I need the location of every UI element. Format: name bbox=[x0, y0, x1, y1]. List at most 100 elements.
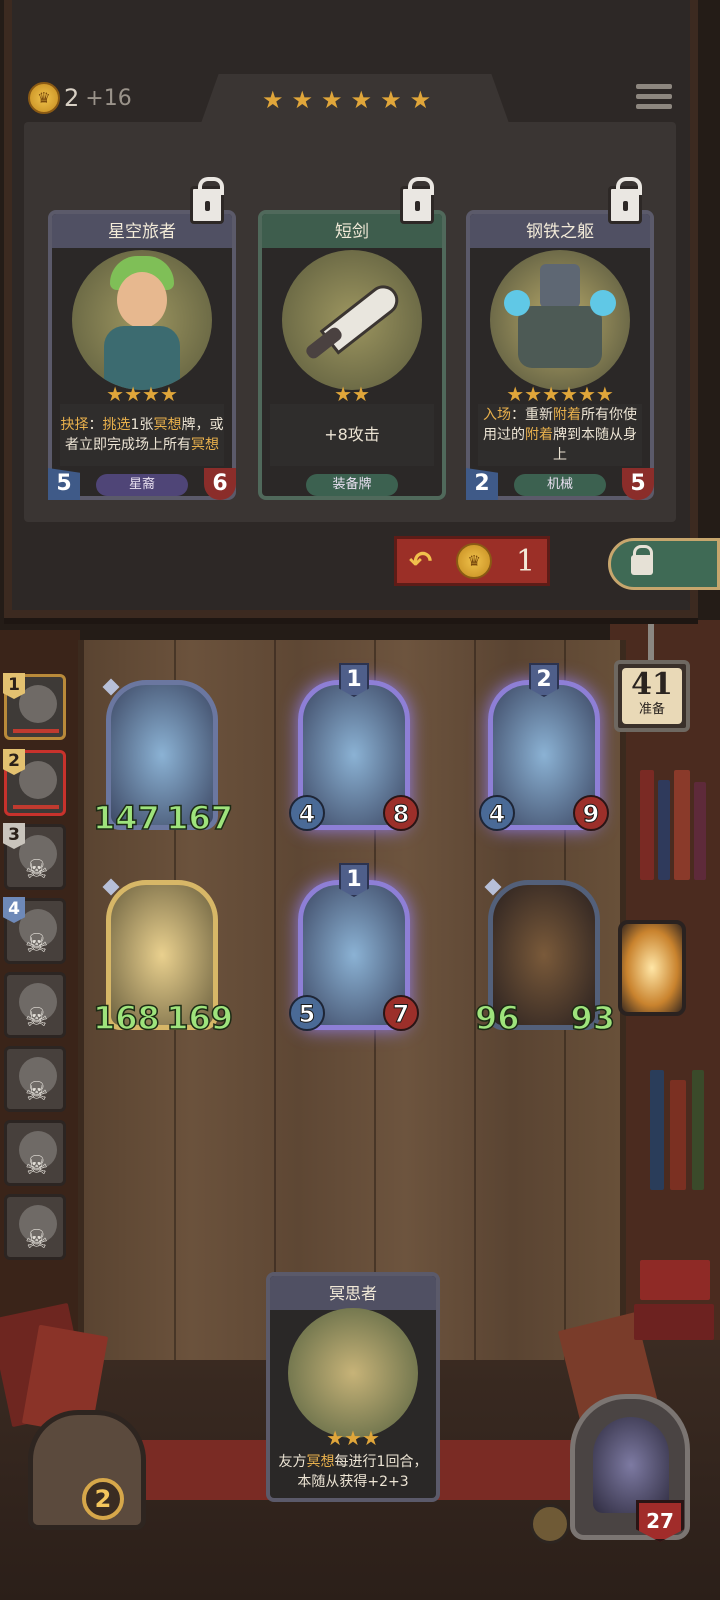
book-pile-left bbox=[0, 1290, 110, 1436]
gold-display: ♛ 2 +16 bbox=[28, 82, 132, 114]
turn-phase-label: 准备 bbox=[638, 702, 665, 717]
minion-tier-badge: 1 bbox=[339, 663, 369, 697]
minion-health: 7 bbox=[383, 995, 419, 1031]
unlock-icon bbox=[631, 545, 653, 575]
star-icon: ★ bbox=[142, 382, 160, 406]
crown-coin-icon: ♛ bbox=[456, 543, 493, 579]
tavern-tier-stars: ★ ★ ★ ★ ★ ★ bbox=[262, 88, 431, 112]
opponent-portrait[interactable]: ☠ bbox=[4, 972, 66, 1038]
board-minion[interactable]: 4 9 2 bbox=[479, 663, 609, 831]
hero-power-icon[interactable] bbox=[530, 1504, 570, 1544]
reroll-arrow-icon: ↶ bbox=[408, 544, 433, 578]
card-health: 6 bbox=[204, 468, 236, 500]
turn-number: 41 bbox=[631, 667, 673, 702]
star-icon: ★ bbox=[350, 86, 373, 114]
star-icon: ★ bbox=[352, 382, 370, 406]
keyword-text: 入场 bbox=[483, 407, 511, 423]
opponent-portrait[interactable]: ☠ bbox=[4, 1120, 66, 1186]
opponent-portrait[interactable]: 2 bbox=[3, 749, 66, 816]
gold-amount: 2 bbox=[64, 84, 80, 112]
star-icon: ★ bbox=[595, 382, 614, 406]
star-icon: ★ bbox=[334, 382, 352, 406]
star-icon: ★ bbox=[326, 1426, 345, 1450]
star-icon: ★ bbox=[321, 86, 343, 114]
star-icon: ★ bbox=[159, 382, 178, 406]
opponent-portrait[interactable]: 4 ☠ bbox=[3, 897, 66, 964]
minion-health: 169 bbox=[165, 998, 233, 1038]
shop-card[interactable]: 星空旅者 ★★★★ 抉择：挑选1张冥想牌，或者立即完成场上所有冥想 5 星裔 6 bbox=[48, 177, 236, 500]
star-icon: ★ bbox=[106, 382, 125, 406]
turn-counter: 41 准备 bbox=[614, 660, 690, 732]
star-icon: ★ bbox=[524, 382, 543, 406]
keyword-text: 冥想 bbox=[306, 1454, 335, 1470]
keyword-text: 冥想 bbox=[191, 437, 219, 453]
lantern bbox=[618, 920, 686, 1016]
board-minion[interactable]: 96 93 bbox=[474, 878, 616, 1038]
minion-health: 93 bbox=[570, 998, 616, 1038]
minion-attack: 5 bbox=[289, 995, 325, 1031]
card-type: 装备牌 bbox=[306, 474, 398, 496]
minion-tier-badge: 1 bbox=[339, 863, 369, 897]
card-tribe: 机械 bbox=[514, 474, 606, 496]
reroll-cost: 1 bbox=[516, 543, 536, 579]
chain bbox=[648, 624, 654, 662]
shop-card[interactable]: 钢铁之躯 ★★★★★★ 入场：重新附着所有你使用过的附着牌到本随从身上 2 机械… bbox=[466, 177, 654, 500]
star-icon: ★ bbox=[344, 1426, 362, 1450]
card-text-segment: 1张 bbox=[130, 417, 154, 433]
card-art-meditator bbox=[288, 1308, 418, 1438]
skull-icon: ☠ bbox=[25, 855, 49, 885]
keyword-text: 挑选 bbox=[102, 417, 131, 433]
game-screen: ♛ 2 +16 ★ ★ ★ ★ ★ ★ 星空旅者 ★★★★ 抉择：挑选1张冥想牌，或者立即… bbox=[0, 0, 720, 1600]
board-minion[interactable]: 168 169 bbox=[92, 878, 234, 1038]
star-icon: ★ bbox=[124, 382, 142, 406]
card-name: 冥思者 bbox=[328, 1284, 377, 1303]
minion-health: 167 bbox=[165, 798, 233, 838]
star-icon: ★ bbox=[262, 86, 284, 114]
card-art-iron-body bbox=[490, 250, 630, 390]
card-text-segment: 友方 bbox=[278, 1454, 307, 1470]
opponent-health-bar bbox=[13, 729, 59, 733]
minion-attack: 4 bbox=[289, 795, 325, 831]
card-art-short-sword bbox=[282, 250, 422, 390]
menu-icon[interactable] bbox=[636, 84, 672, 116]
card-text: 入场：重新附着所有你使用过的附着牌到本随从身上 bbox=[478, 404, 642, 466]
skull-icon: ☠ bbox=[25, 929, 49, 959]
crown-coin-icon: ♛ bbox=[28, 82, 60, 114]
card-attack: 5 bbox=[48, 468, 80, 500]
shop-card[interactable]: 短剑 ★★ +8攻击 装备牌 bbox=[258, 177, 446, 500]
opponent-health-bar bbox=[13, 805, 59, 809]
card-art-star-traveler bbox=[72, 250, 212, 390]
board-minion[interactable]: 4 8 1 bbox=[289, 663, 419, 831]
opponent-portrait[interactable]: 1 bbox=[3, 673, 66, 740]
card-stars: ★★ bbox=[262, 382, 442, 406]
opponent-portrait[interactable]: ☠ bbox=[4, 1194, 66, 1260]
opponent-portrait[interactable]: ☠ bbox=[4, 1046, 66, 1112]
card-stars: ★★★★ bbox=[52, 382, 232, 406]
minion-attack: 4 bbox=[479, 795, 515, 831]
board-minion[interactable]: 147 167 bbox=[92, 678, 234, 838]
card-text: +8攻击 bbox=[270, 404, 434, 466]
star-icon: ★ bbox=[577, 382, 596, 406]
card-stars: ★★★★★★ bbox=[470, 382, 650, 406]
gold-income: +16 bbox=[85, 85, 132, 111]
lock-icon[interactable] bbox=[400, 177, 434, 224]
skull-icon: ☠ bbox=[25, 1151, 49, 1181]
minion-attack: 147 bbox=[92, 798, 160, 838]
lock-icon[interactable] bbox=[190, 177, 224, 224]
star-icon: ★ bbox=[380, 86, 402, 114]
card-text-segment: ：重新 bbox=[511, 407, 553, 423]
reroll-button[interactable]: ↶ ♛ 1 bbox=[394, 536, 550, 586]
keyword-text: 附着 bbox=[553, 407, 581, 423]
lock-icon[interactable] bbox=[608, 177, 642, 224]
freeze-button[interactable] bbox=[608, 538, 720, 590]
card-text-segment: 牌到本随从身上 bbox=[553, 427, 637, 463]
star-icon: ★ bbox=[506, 382, 525, 406]
board-minion[interactable]: 5 7 1 bbox=[289, 863, 419, 1031]
star-icon: ★ bbox=[361, 1426, 380, 1450]
star-icon: ★ bbox=[291, 86, 314, 114]
opponent-portrait[interactable]: 3 ☠ bbox=[3, 823, 66, 890]
keyword-text: 抉择 bbox=[60, 417, 89, 433]
hand-card[interactable]: 冥思者 ★★★ 友方冥想每进行1回合，本随从获得+2+3 bbox=[266, 1272, 440, 1502]
minion-health: 9 bbox=[573, 795, 609, 831]
skull-icon: ☠ bbox=[25, 1225, 49, 1255]
